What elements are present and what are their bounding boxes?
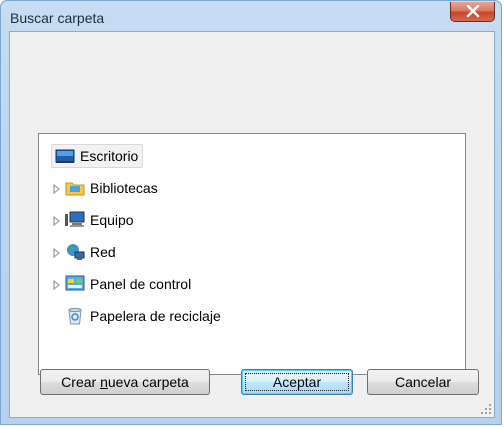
ok-button[interactable]: Aceptar [241, 369, 353, 395]
tree-item-label: Bibliotecas [90, 180, 158, 196]
expand-arrow-icon[interactable] [51, 246, 63, 259]
new-folder-button[interactable]: Crear nueva carpeta [40, 369, 210, 395]
tree-item-label: Papelera de reciclaje [90, 308, 221, 324]
dialog-window: Buscar carpeta Escritorio Bibliotecas Eq… [0, 0, 502, 425]
new-folder-label-suffix: ueva carpeta [107, 374, 189, 390]
window-title: Buscar carpeta [10, 10, 105, 26]
tree-item-panel-de-control[interactable]: Panel de control [51, 272, 191, 296]
tree-item-label: Equipo [90, 212, 134, 228]
recycle-bin-icon [65, 307, 85, 325]
expand-arrow-icon[interactable] [51, 182, 63, 195]
close-icon [466, 5, 480, 18]
folder-tree[interactable]: Escritorio Bibliotecas Equipo Red Panel … [38, 133, 466, 375]
cancel-button[interactable]: Cancelar [367, 369, 479, 395]
tree-item-selection: Escritorio [51, 144, 144, 168]
libraries-folder-icon [65, 179, 85, 197]
tree-item-escritorio[interactable]: Escritorio [51, 144, 144, 168]
expand-arrow-icon[interactable] [51, 214, 63, 227]
tree-item-label: Panel de control [90, 276, 192, 292]
expand-arrow-icon[interactable] [51, 278, 63, 291]
tree-item-label: Red [90, 244, 116, 260]
control-panel-icon [65, 275, 85, 293]
title-bar[interactable]: Buscar carpeta [1, 1, 501, 31]
cancel-button-label: Cancelar [394, 374, 452, 390]
focus-rectangle [245, 373, 349, 391]
tree-item-bibliotecas[interactable]: Bibliotecas [51, 176, 158, 200]
dialog-client-area: Escritorio Bibliotecas Equipo Red Panel … [9, 31, 495, 418]
tree-item-equipo[interactable]: Equipo [51, 208, 134, 232]
tree-item-papelera-de-reciclaje[interactable]: Papelera de reciclaje [65, 304, 221, 328]
tree-item-red[interactable]: Red [51, 240, 116, 264]
new-folder-label-prefix: Crear [61, 374, 101, 390]
desktop-icon [55, 147, 75, 165]
new-folder-mnemonic: n [100, 374, 108, 390]
tree-item-label: Escritorio [80, 148, 139, 164]
resize-grip-icon[interactable] [481, 404, 492, 415]
network-icon [65, 243, 85, 261]
close-button[interactable] [450, 2, 495, 22]
computer-icon [65, 211, 85, 229]
